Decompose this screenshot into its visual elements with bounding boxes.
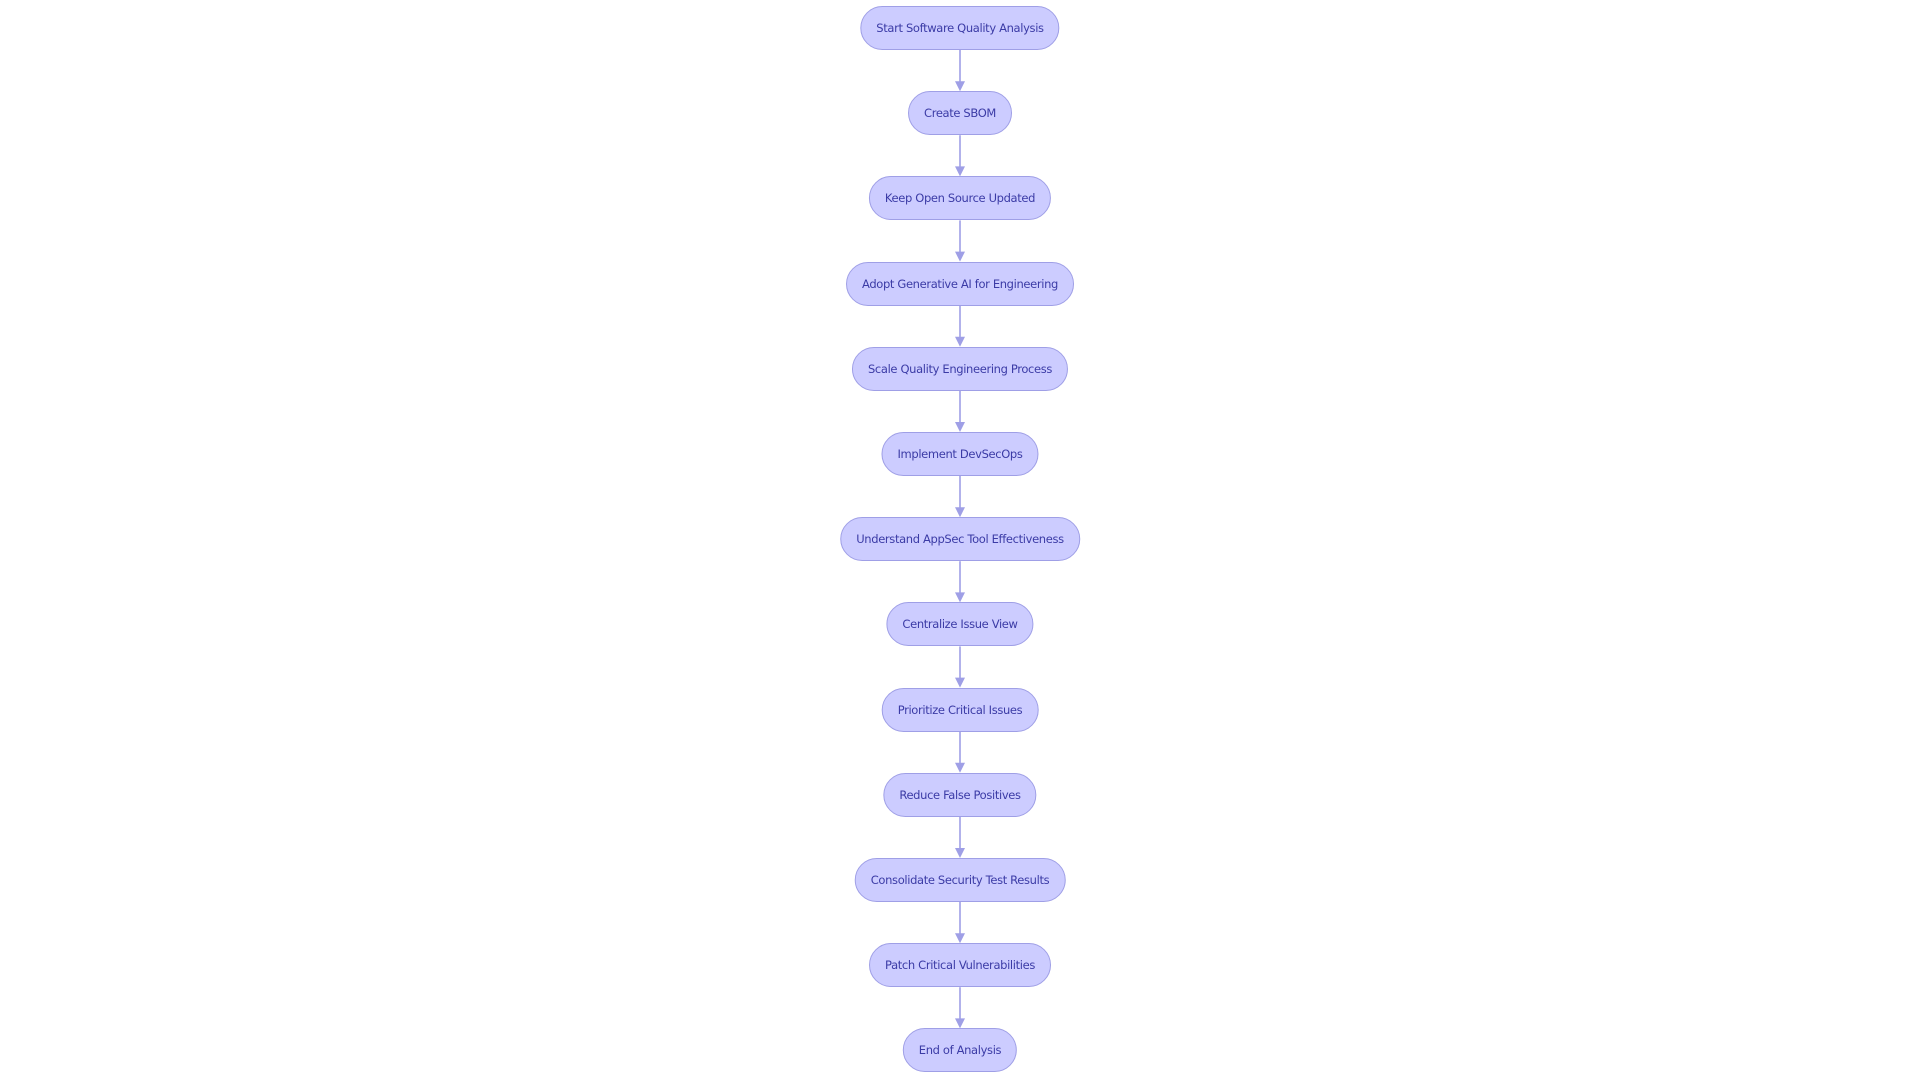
arrowhead-icon xyxy=(955,507,965,518)
node-reduce-false-positives[interactable]: Reduce False Positives xyxy=(883,772,1037,817)
arrowhead-icon xyxy=(955,336,965,347)
edge-start-to-sbom xyxy=(955,50,965,92)
arrowhead-icon xyxy=(955,251,965,262)
arrowhead-icon xyxy=(955,592,965,603)
edge-centralize-to-prioritize xyxy=(955,646,965,688)
node-label: Implement DevSecOps xyxy=(897,447,1023,461)
node-label: Centralize Issue View xyxy=(902,617,1018,632)
edge-patch-to-end xyxy=(955,987,965,1029)
flowchart: Start Software Quality Analysis Create S… xyxy=(0,0,1920,1080)
edge-scale-to-devsecops xyxy=(955,390,965,432)
node-understand-appsec[interactable]: Understand AppSec Tool Effectiveness xyxy=(840,517,1080,562)
edge-consolidate-to-patch xyxy=(955,902,965,944)
edge-sbom-to-oss xyxy=(955,135,965,177)
node-implement-devsecops[interactable]: Implement DevSecOps xyxy=(881,432,1039,476)
node-create-sbom[interactable]: Create SBOM xyxy=(908,91,1012,136)
node-scale-quality-engineering[interactable]: Scale Quality Engineering Process xyxy=(851,346,1069,391)
arrowhead-icon xyxy=(955,848,965,858)
node-patch-vulnerabilities[interactable]: Patch Critical Vulnerabilities xyxy=(869,943,1051,988)
arrowhead-icon xyxy=(955,422,965,432)
node-label: Create SBOM xyxy=(924,106,996,121)
node-start[interactable]: Start Software Quality Analysis xyxy=(860,6,1060,50)
node-label: Scale Quality Engineering Process xyxy=(867,361,1053,376)
node-label: Prioritize Critical Issues xyxy=(897,702,1023,717)
edge-genai-to-scale xyxy=(955,305,965,347)
edge-oss-to-genai xyxy=(955,220,965,262)
arrowhead-icon xyxy=(955,81,965,92)
arrowhead-icon xyxy=(955,1018,965,1029)
arrowhead-icon xyxy=(955,933,965,944)
node-adopt-generative-ai[interactable]: Adopt Generative AI for Engineering xyxy=(846,261,1074,306)
node-label: Keep Open Source Updated xyxy=(884,191,1036,206)
node-centralize-issue-view[interactable]: Centralize Issue View xyxy=(886,602,1034,647)
arrowhead-icon xyxy=(955,166,965,177)
node-label: Adopt Generative AI for Engineering xyxy=(862,276,1058,291)
node-consolidate-results[interactable]: Consolidate Security Test Results xyxy=(854,858,1066,902)
node-label: End of Analysis xyxy=(918,1043,1002,1058)
node-keep-open-source-updated[interactable]: Keep Open Source Updated xyxy=(868,176,1052,221)
edge-appsec-to-centralize xyxy=(955,561,965,603)
edge-falsepos-to-consolidate xyxy=(955,816,965,858)
node-label: Start Software Quality Analysis xyxy=(876,21,1044,35)
node-label: Understand AppSec Tool Effectiveness xyxy=(856,532,1064,547)
edge-devsecops-to-appsec xyxy=(955,476,965,518)
arrowhead-icon xyxy=(955,762,965,773)
node-prioritize-critical-issues[interactable]: Prioritize Critical Issues xyxy=(881,687,1039,732)
node-label: Reduce False Positives xyxy=(899,787,1021,802)
node-label: Patch Critical Vulnerabilities xyxy=(885,958,1035,973)
node-end[interactable]: End of Analysis xyxy=(902,1028,1018,1073)
edge-prioritize-to-falsepos xyxy=(955,731,965,773)
arrowhead-icon xyxy=(955,677,965,688)
node-label: Consolidate Security Test Results xyxy=(870,873,1050,887)
